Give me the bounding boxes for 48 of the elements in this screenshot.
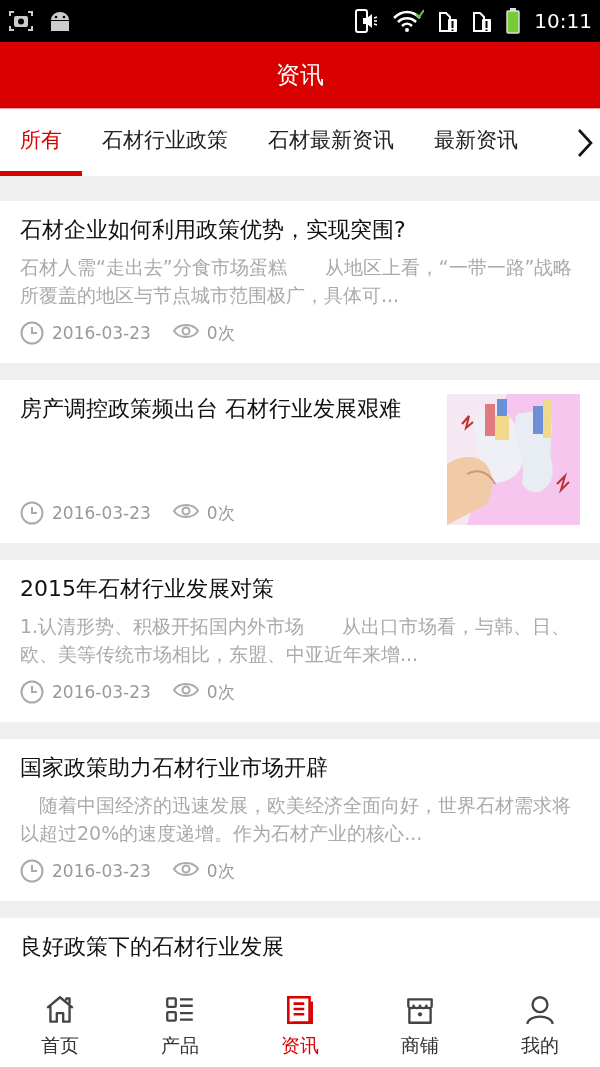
view-count: 0次 (206, 501, 235, 525)
wifi-icon (392, 9, 425, 33)
nav-tab[interactable]: 商铺 (360, 985, 480, 1067)
screenshot-icon (8, 10, 34, 32)
nav-tab[interactable]: 我的 (480, 985, 600, 1067)
article-title: 石材企业如何利用政策优势，实现突围? (20, 216, 407, 244)
clock-icon (20, 321, 44, 345)
eye-icon (172, 502, 199, 520)
person-icon (523, 993, 557, 1027)
eye-icon (172, 860, 199, 878)
nav-tab[interactable]: 产品 (120, 985, 240, 1067)
page-title: 资讯 (276, 60, 324, 91)
sim-card-icon (472, 9, 493, 33)
nav-tab[interactable]: 资讯 (240, 985, 360, 1067)
article-card[interactable]: 国家政策助力石材行业市场开辟 随着中国经济的迅速发展，欧美经济全面向好，世界石材需求将以超过20%的速度递增。作为石材产业的核心... 2016-03-23 0次 (0, 739, 600, 901)
clock-icon (20, 501, 44, 525)
article-date: 2016-03-23 (52, 682, 151, 702)
article-summary: 1.认清形势、积极开拓国内外市场 从出口市场看，与韩、日、欧、美等传统市场相比，东盟、中亚近年来增... (20, 614, 572, 667)
sim-card-icon (438, 9, 459, 33)
clock-icon (20, 859, 44, 883)
category-tab[interactable]: 所有 (0, 109, 82, 176)
article-title: 2015年石材行业发展对策 (20, 575, 275, 603)
clock-icon (20, 680, 44, 704)
category-tab[interactable]: 石材行业政策 (82, 109, 248, 176)
article-title: 良好政策下的石材行业发展 (20, 933, 285, 961)
category-tab[interactable]: 石材最新资讯 (248, 109, 414, 176)
article-summary: 石材人需“走出去”分食市场蛋糕 从地区上看，“一带一路”战略所覆盖的地区与节点城市范围极广，具体可... (20, 255, 574, 308)
category-tab[interactable]: 最新资讯 (414, 109, 518, 176)
article-date: 2016-03-23 (52, 323, 151, 343)
article-title: 国家政策助力石材行业市场开辟 (20, 754, 329, 782)
eye-icon (172, 322, 199, 340)
view-count: 0次 (206, 680, 235, 704)
view-count: 0次 (206, 321, 235, 345)
article-date: 2016-03-23 (52, 503, 151, 523)
android-icon (48, 10, 72, 32)
article-summary: 随着中国经济的迅速发展，欧美经济全面向好，世界石材需求将以超过20%的速度递增。作为石材产业的核心... (20, 793, 572, 846)
article-date: 2016-03-23 (52, 861, 151, 881)
clock-time: 10:11 (534, 9, 592, 33)
battery-icon (506, 8, 521, 34)
article-card[interactable]: 良好政策下的石材行业发展 (0, 918, 600, 987)
article-card[interactable]: 房产调控政策频出台 石材行业发展艰难 2016-03-23 0次 (0, 380, 600, 543)
eye-icon (172, 681, 199, 699)
article-card[interactable]: 石材企业如何利用政策优势，实现突围? 石材人需“走出去”分食市场蛋糕 从地区上看，“一带一路”战略所覆盖的地区与节点城市范围极广，具体可... 2016-03-23 0次 (0, 201, 600, 363)
article-title: 房产调控政策频出台 石材行业发展艰难 (20, 395, 402, 423)
phone-vibrate-icon (354, 8, 379, 34)
view-count: 0次 (206, 859, 235, 883)
nav-tab[interactable]: 首页 (0, 985, 120, 1067)
article-card[interactable]: 2015年石材行业发展对策 1.认清形势、积极开拓国内外市场 从出口市场看，与韩、日、欧、美等传统市场相比，东盟、中亚近年来增... 2016-03-23 0次 (0, 560, 600, 722)
